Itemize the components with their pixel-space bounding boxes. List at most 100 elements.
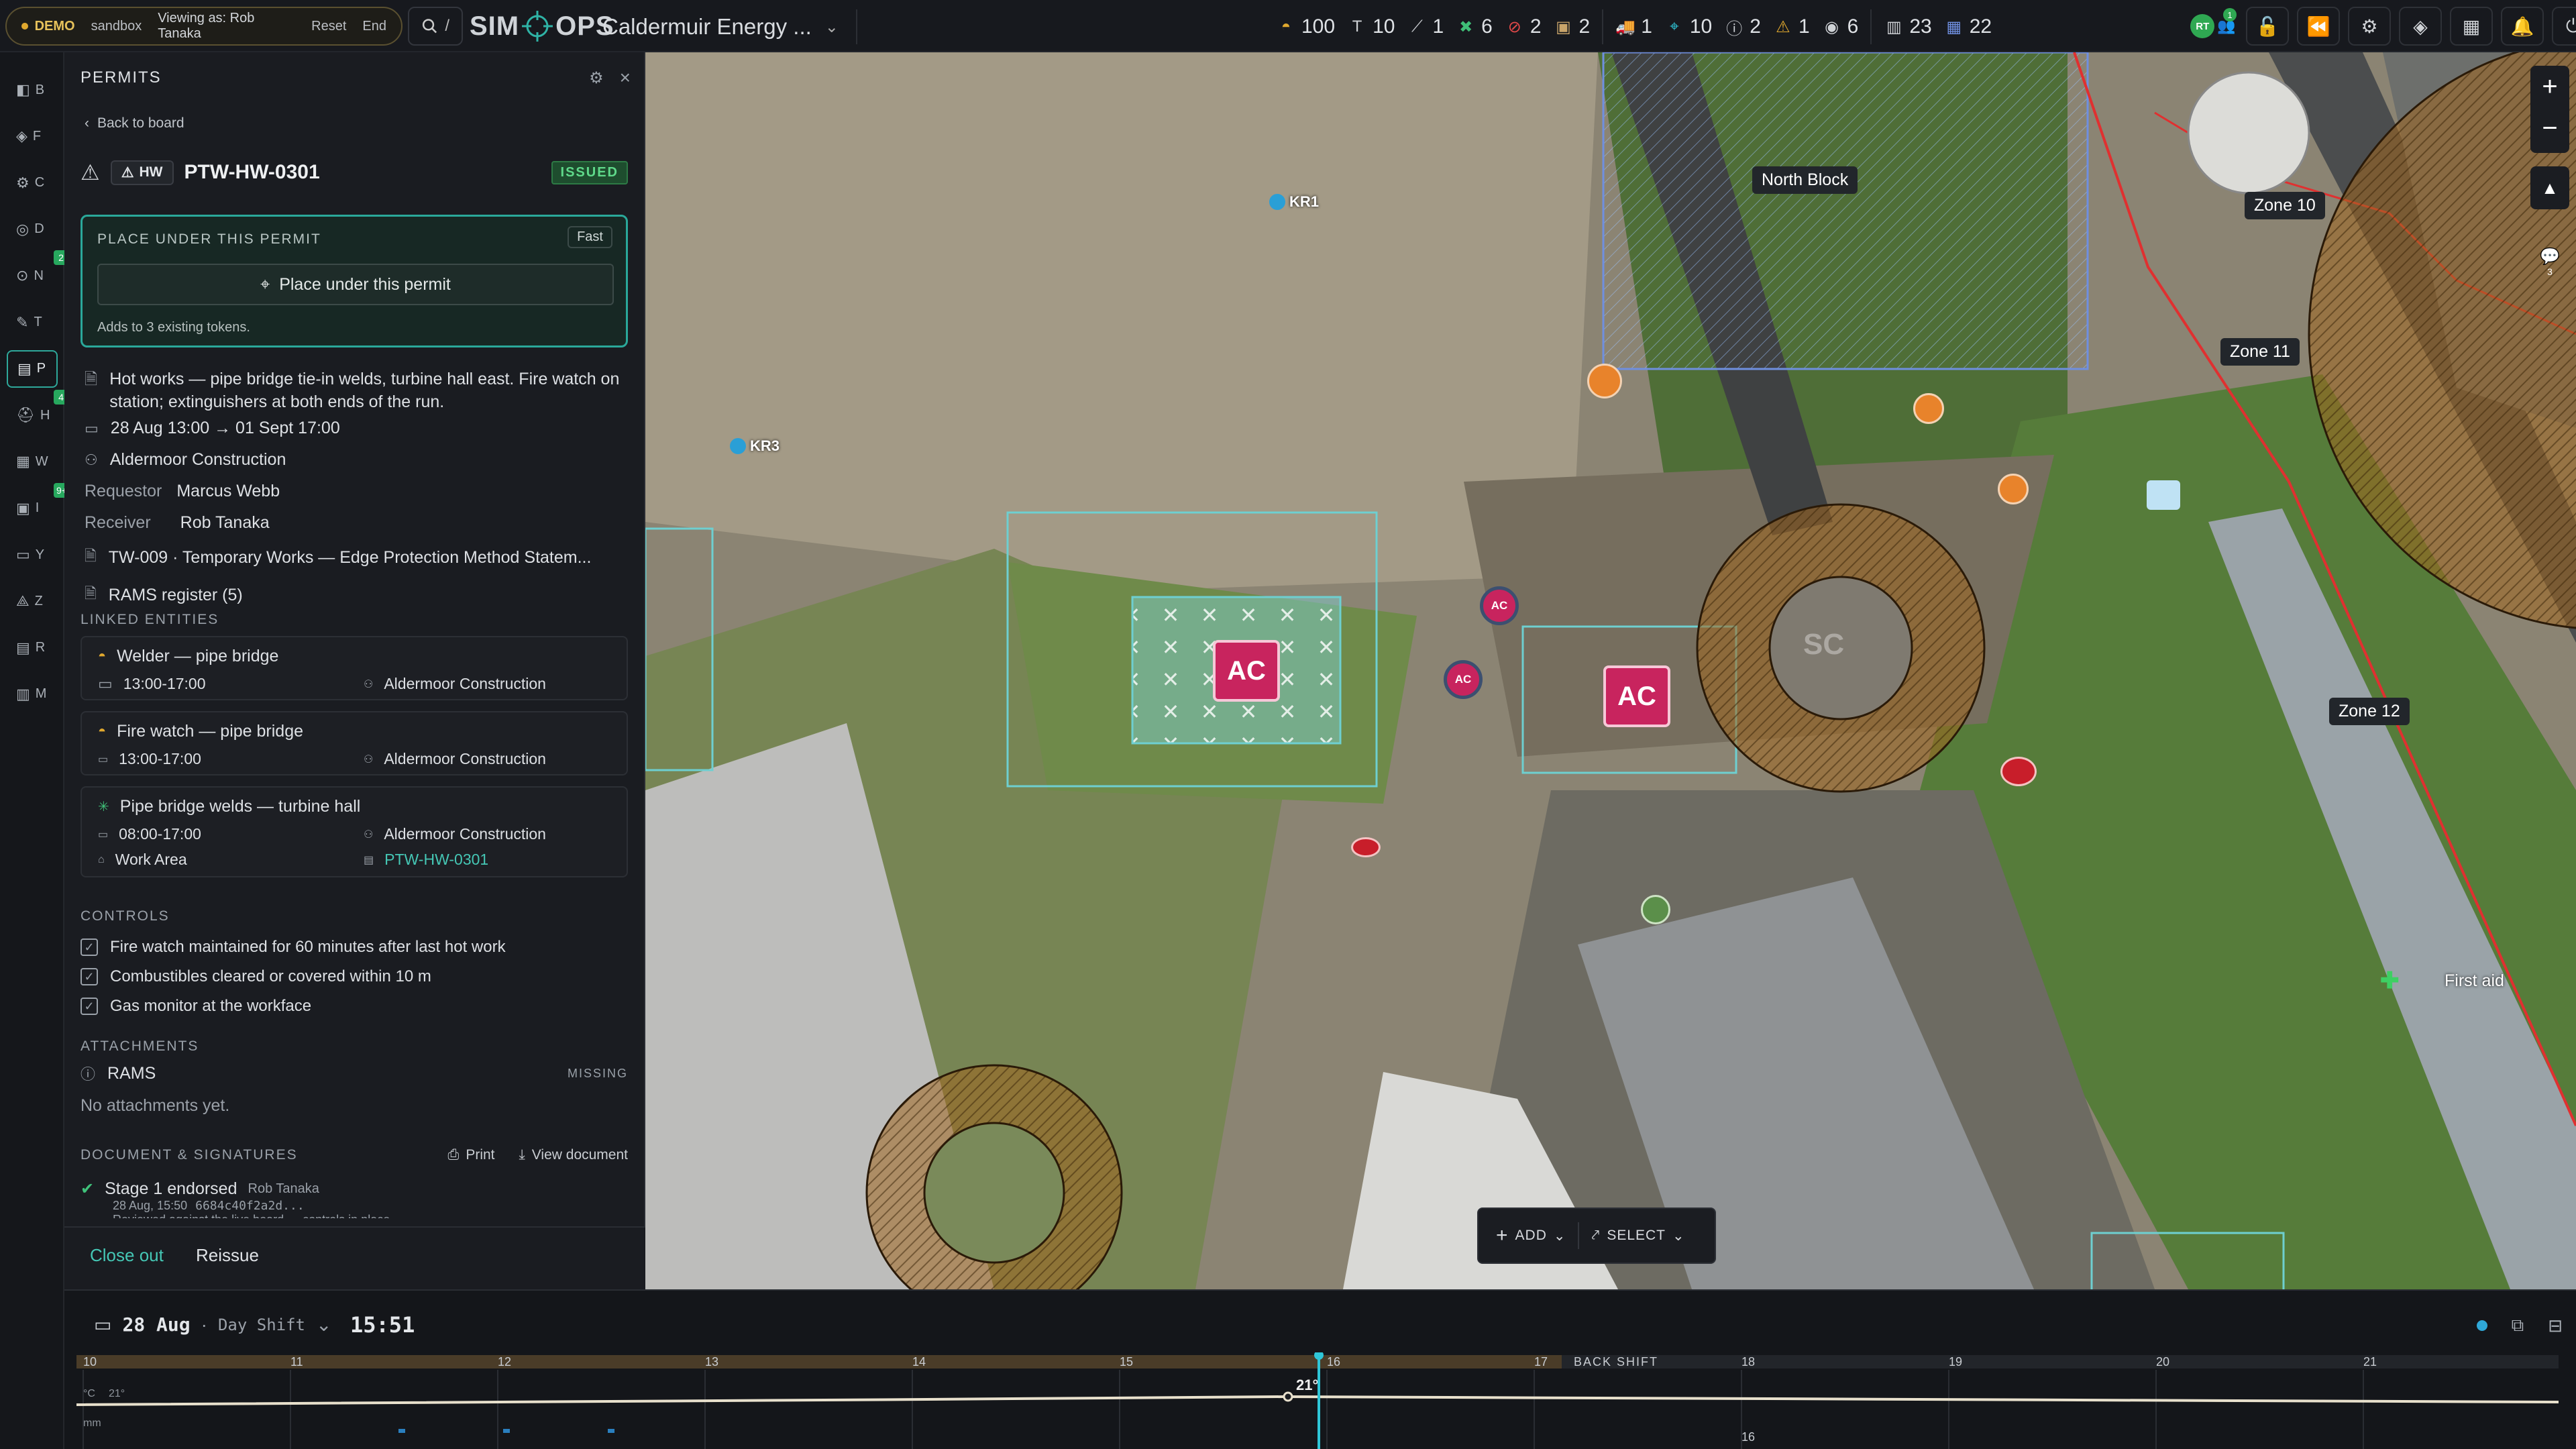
linked-entity-card[interactable]: ◓ Welder — pipe bridge ▭ 13:00-17:00 ⚇ Alde…: [80, 636, 628, 700]
rail-item-y[interactable]: ▭ Y: [7, 536, 58, 574]
fast-toggle[interactable]: Fast: [568, 226, 612, 248]
rail-item-p[interactable]: ▤ P: [7, 350, 58, 388]
control-item[interactable]: ✓ Gas monitor at the workface: [80, 991, 628, 1021]
first-aid-label[interactable]: First aid: [2445, 971, 2504, 991]
green-marker[interactable]: [1641, 895, 1670, 924]
control-item[interactable]: ✓ Fire watch maintained for 60 minutes af…: [80, 932, 628, 962]
stat-building[interactable]: ▥ 23: [1884, 15, 1932, 38]
reset-button[interactable]: Reset: [311, 19, 346, 34]
stat-eye[interactable]: ◉ 6: [1822, 15, 1858, 38]
rail-item-r[interactable]: ▤ R: [7, 629, 58, 667]
sc-ghost-token[interactable]: SC: [1803, 628, 1844, 661]
place-under-button[interactable]: ⌖ Place under this permit: [97, 264, 614, 305]
stat-hardhat[interactable]: ◓ 100: [1276, 15, 1335, 38]
unlock-icon[interactable]: 🔓: [2246, 7, 2289, 46]
crane-inner-radius[interactable]: [923, 1122, 1065, 1264]
rail-item-w[interactable]: ▦ W: [7, 443, 58, 480]
settings-gear-icon[interactable]: ⚙: [589, 68, 604, 88]
compass-button[interactable]: ▲: [2530, 166, 2569, 209]
end-button[interactable]: End: [362, 19, 386, 34]
select-dropdown[interactable]: ⤤ SELECT ⌄: [1591, 1228, 1684, 1244]
stat-no-go-green[interactable]: ✖ 6: [1456, 15, 1493, 38]
ac-worker-token[interactable]: AC: [1480, 586, 1519, 625]
rewind-icon[interactable]: ⏪: [2297, 7, 2340, 46]
view-document-button[interactable]: ⤓ View document: [519, 1147, 629, 1163]
gear-icon[interactable]: ⚙: [2348, 7, 2391, 46]
rams-register-link[interactable]: RAMS register (5): [109, 586, 243, 605]
zoom-in-button[interactable]: +: [2530, 66, 2569, 107]
no-entry-marker[interactable]: [1587, 364, 1622, 398]
stat-warning[interactable]: ⚠ 1: [1773, 15, 1809, 38]
add-dropdown[interactable]: + ADD ⌄: [1496, 1224, 1566, 1247]
zoom-out-button[interactable]: −: [2530, 107, 2569, 149]
close-icon[interactable]: ×: [620, 67, 631, 89]
rail-item-n[interactable]: ⊙ N 2: [7, 250, 68, 294]
live-dot-icon: [2476, 1320, 2487, 1331]
module-rail: ◧ B ◈ F ⚙ C ◎ D ⊙ N 2 ✎ T ▤ P ⛑ H 4 ▦ W ▣ I 9+ ▭ Y ⟁ Z ▤ R ▥ M: [0, 52, 70, 1449]
ac-label: AC: [1454, 673, 1472, 686]
excavator-icon: ⟋: [1411, 17, 1423, 36]
project-selector[interactable]: Caldermuir Energy ... ⌄: [602, 9, 857, 44]
ac-company-token[interactable]: AC: [1603, 665, 1670, 727]
linked-entity-card[interactable]: ✳ Pipe bridge welds — turbine hall ▭ 08:00…: [80, 786, 628, 877]
organisation-icon: ⚇: [364, 678, 374, 690]
no-entry-marker[interactable]: [1913, 393, 1944, 424]
kr1-marker[interactable]: KR1: [1269, 193, 1319, 211]
cabin-icon[interactable]: [2147, 480, 2180, 510]
stat-location-pin[interactable]: ⌖ 10: [1664, 15, 1712, 38]
stat-crane[interactable]: T 10: [1347, 15, 1395, 38]
stat-material[interactable]: ▣ 2: [1554, 15, 1590, 38]
bell-icon[interactable]: 🔔: [2501, 7, 2544, 46]
power-icon[interactable]: ⏻: [2552, 7, 2576, 46]
chevron-down-icon: ⌄: [824, 17, 839, 36]
stat-prohibited[interactable]: ⊘ 2: [1505, 15, 1542, 38]
stat-alert-circle[interactable]: ⓘ 2: [1724, 15, 1761, 38]
north-block-label[interactable]: North Block: [1752, 166, 1858, 194]
temporary-works-link[interactable]: TW-009 · Temporary Works — Edge Protecti…: [109, 548, 592, 568]
rail-item-z[interactable]: ⟁ Z: [7, 582, 58, 620]
reissue-button[interactable]: Reissue: [196, 1245, 259, 1266]
rail-item-t[interactable]: ✎ T: [7, 304, 58, 341]
stage-hash: 6684c40f2a2d...: [195, 1199, 305, 1213]
timeline-chart[interactable]: BACK SHIFT 10 11 12 13 14 15 16 17 18 19 20 21 21° …: [76, 1352, 2559, 1449]
copy-icon[interactable]: ⧉: [2512, 1315, 2524, 1336]
rail-item-f[interactable]: ◈ F: [7, 117, 58, 155]
entity-org: Aldermoor Construction: [384, 675, 546, 692]
ac-company-token[interactable]: AC: [1213, 640, 1280, 702]
kr3-marker[interactable]: KR3: [730, 437, 780, 455]
print-button[interactable]: ⎙ Print: [448, 1147, 495, 1163]
back-to-board-link[interactable]: ‹ Back to board: [85, 115, 184, 131]
layers-icon[interactable]: ◈: [2399, 7, 2442, 46]
ac-worker-token[interactable]: AC: [1444, 660, 1483, 699]
rail-item-m[interactable]: ▥ M: [7, 676, 58, 713]
zone-10-label[interactable]: Zone 10: [2245, 192, 2325, 219]
search-shortcut: /: [445, 17, 449, 35]
north-block-zone[interactable]: [1602, 52, 2089, 370]
search-button[interactable]: /: [408, 7, 463, 46]
expand-icon[interactable]: ⊟: [2548, 1316, 2563, 1336]
no-entry-marker[interactable]: [1998, 474, 2029, 504]
rail-item-d[interactable]: ◎ D: [7, 211, 58, 248]
project-name: Caldermuir Energy ...: [602, 14, 812, 39]
zone-11-label[interactable]: Zone 11: [2220, 338, 2300, 366]
close-out-button[interactable]: Close out: [90, 1245, 164, 1266]
module-icon: ▭: [16, 546, 30, 563]
stat-grid[interactable]: ▦ 22: [1944, 15, 1992, 38]
apps-grid-icon[interactable]: ▦: [2450, 7, 2493, 46]
stat-vehicle[interactable]: 🚚 1: [1615, 15, 1652, 38]
rail-item-h[interactable]: ⛑ H 4: [7, 390, 68, 434]
stat-excavator[interactable]: ⟋ 1: [1407, 15, 1444, 38]
date-shift-selector[interactable]: ▭ 28 Aug · Day Shift ⌄: [94, 1313, 331, 1336]
comments-toggle[interactable]: 💬 3: [2533, 247, 2567, 280]
alert-marker[interactable]: [2000, 757, 2037, 786]
red-marker[interactable]: [1351, 837, 1381, 857]
rail-item-b[interactable]: ◧ B: [7, 71, 58, 109]
zone-12-label[interactable]: Zone 12: [2329, 698, 2410, 725]
rail-item-c[interactable]: ⚙ C: [7, 164, 58, 202]
control-item[interactable]: ✓ Combustibles cleared or covered within …: [80, 962, 628, 991]
linked-entity-card[interactable]: ◓ Fire watch — pipe bridge ▭ 13:00-17:00 ⚇…: [80, 711, 628, 775]
avatar[interactable]: RT 👥 1: [2188, 7, 2238, 46]
entity-permit-link[interactable]: PTW-HW-0301: [384, 851, 488, 869]
rail-item-i[interactable]: ▣ I 9+: [7, 482, 70, 527]
site-map[interactable]: ✕ AC AC AC AC: [645, 52, 2576, 1289]
